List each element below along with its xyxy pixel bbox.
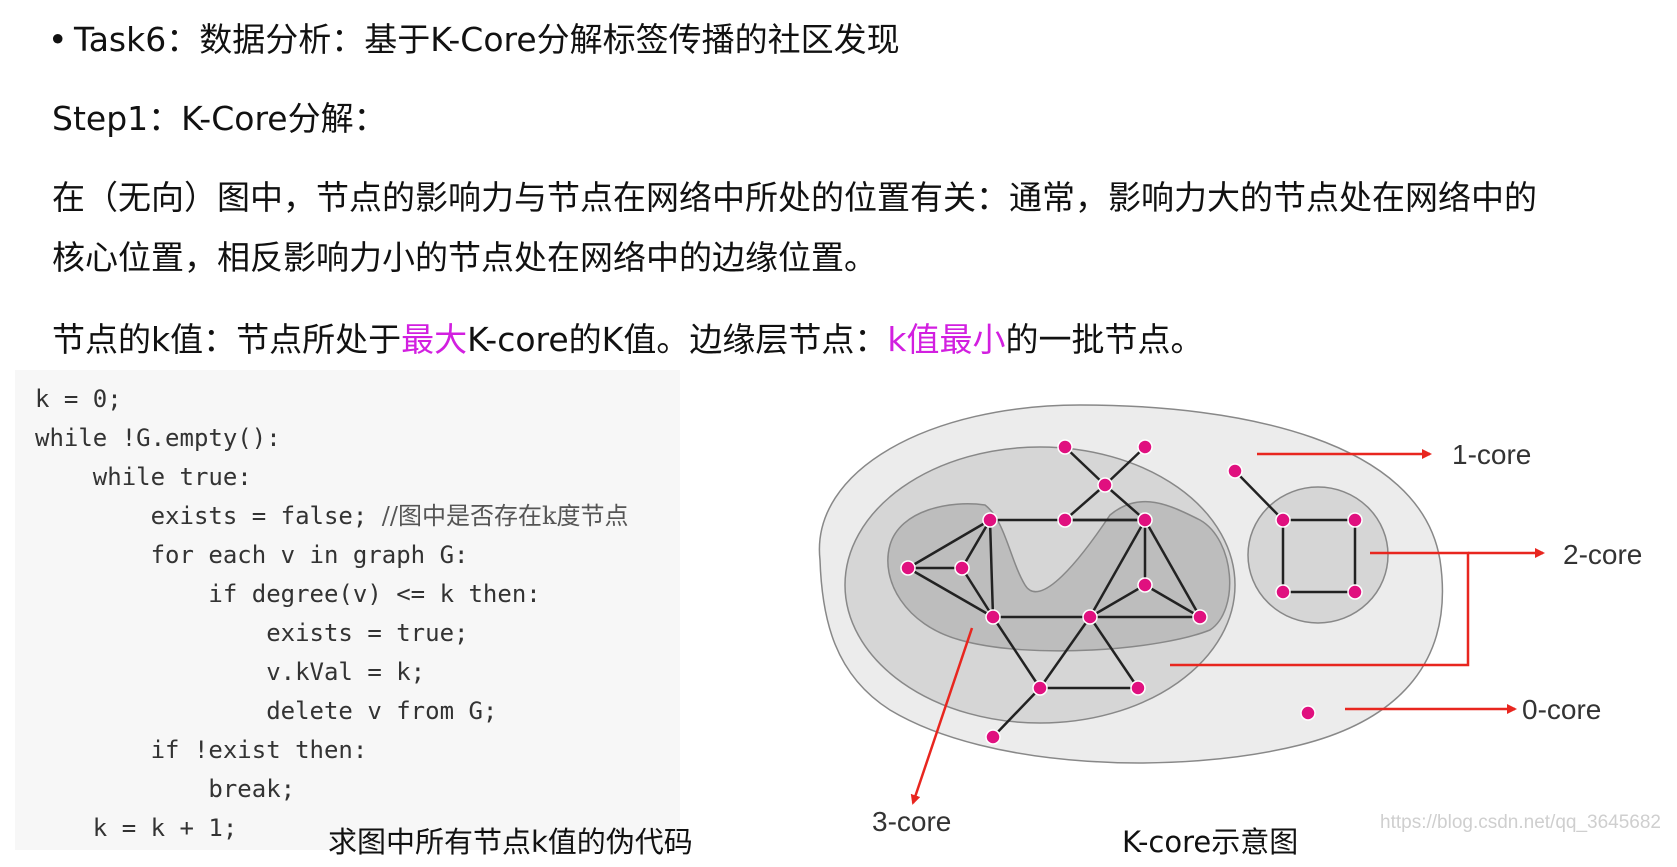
graph-node	[1137, 512, 1153, 528]
arrow-2-core	[1170, 551, 1470, 667]
code-text: exists = false;	[35, 502, 382, 530]
graph-node	[1347, 512, 1363, 528]
page: • Task6：数据分析：基于K-Core分解标签传播的社区发现 Step1：K-…	[0, 0, 1677, 867]
graph-node	[1275, 584, 1291, 600]
graph-node	[1082, 609, 1098, 625]
kvalue-part-5: 的一批节点。	[1005, 320, 1204, 359]
pseudocode-caption: 求图中所有节点k值的伪代码	[328, 825, 693, 859]
two-core-region-left	[844, 446, 1236, 724]
graph-edges	[907, 446, 1357, 738]
code-comment: //图中是否存在k度节点	[381, 502, 629, 530]
code-line: if !exist then:	[35, 736, 368, 764]
label-0-core: 0-core	[1522, 694, 1601, 725]
graph-node	[900, 560, 916, 576]
graph-node	[1137, 577, 1153, 593]
paragraph-line-1: 在（无向）图中，节点的影响力与节点在网络中所处的位置有关：通常，影响力大的节点处…	[52, 178, 1537, 217]
graph-node	[1130, 680, 1146, 696]
graph-node	[1300, 705, 1316, 721]
graph-node	[982, 512, 998, 528]
kvalue-definition: 节点的k值：节点所处于最大K-core的K值。边缘层节点：k值最小的一批节点。	[52, 320, 1203, 360]
graph-node	[1057, 512, 1073, 528]
code-line: k = 0;	[35, 385, 122, 413]
arrow-3-core	[910, 627, 974, 805]
graph-node	[1347, 584, 1363, 600]
paragraph-line-2: 核心位置，相反影响力小的节点处在网络中的边缘位置。	[52, 238, 877, 277]
kvalue-highlight-min: k值最小	[887, 320, 1006, 359]
two-core-region-right	[1247, 486, 1389, 624]
graph-node	[1227, 463, 1243, 479]
annotation-arrows	[910, 449, 1545, 805]
kvalue-part-3: K-core的K值。边缘层节点：	[467, 320, 888, 359]
code-line: while !G.empty():	[35, 424, 281, 452]
graph-node	[985, 729, 1001, 745]
code-line: exists = true;	[35, 619, 469, 647]
code-line: if degree(v) <= k then:	[35, 580, 541, 608]
code-line: while true:	[35, 463, 252, 491]
code-line: delete v from G;	[35, 697, 498, 725]
bullet-icon: •	[48, 20, 68, 59]
one-core-region	[818, 404, 1444, 764]
task-title: Task6：数据分析：基于K-Core分解标签传播的社区发现	[74, 20, 900, 59]
code-line: for each v in graph G:	[35, 541, 469, 569]
code-line: v.kVal = k;	[35, 658, 426, 686]
three-core-region	[887, 500, 1231, 652]
graph-node	[1137, 439, 1153, 455]
code-line-with-comment: exists = false; //图中是否存在k度节点	[35, 501, 629, 531]
graph-node	[954, 560, 970, 576]
label-1-core: 1-core	[1452, 439, 1531, 470]
graph-node	[1097, 477, 1113, 493]
pseudocode-block: k = 0; while !G.empty(): while true: exi…	[15, 370, 680, 850]
kvalue-highlight-max: 最大	[401, 320, 468, 359]
graph-node	[1192, 609, 1208, 625]
task-heading: • Task6：数据分析：基于K-Core分解标签传播的社区发现	[48, 20, 900, 60]
code-line: break;	[35, 775, 296, 803]
label-2-core: 2-core	[1563, 539, 1642, 570]
label-3-core: 3-core	[872, 806, 951, 837]
watermark: https://blog.csdn.net/qq_3645682	[1380, 812, 1662, 833]
kvalue-part-1: 节点的k值：节点所处于	[52, 320, 402, 359]
step-heading: Step1：K-Core分解：	[52, 99, 387, 138]
graph-node	[1032, 680, 1048, 696]
diagram-caption: K-core示意图	[1122, 825, 1299, 859]
graph-node	[985, 609, 1001, 625]
code-line: k = k + 1;	[35, 814, 238, 842]
graph-node	[1057, 439, 1073, 455]
graph-nodes	[900, 439, 1363, 745]
graph-node	[1275, 512, 1291, 528]
